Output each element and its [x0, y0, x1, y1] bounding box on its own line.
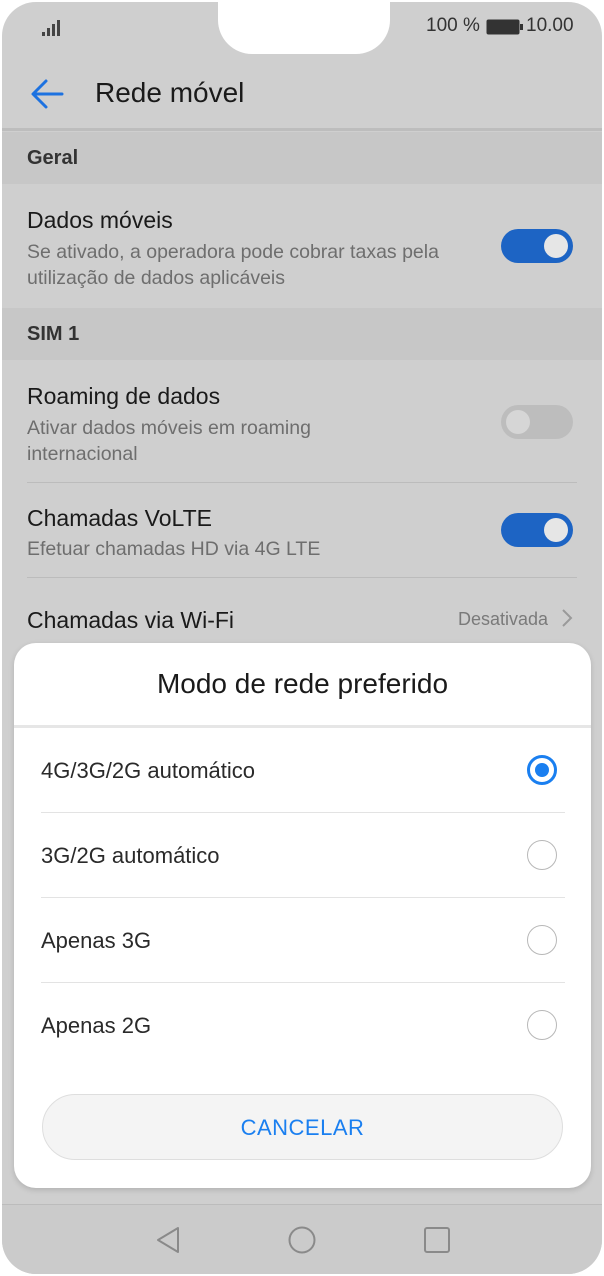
section-header-sim1: SIM 1 — [2, 308, 602, 360]
phone-frame: 100 % 10.00 Rede móvel Geral Dados móvei… — [0, 0, 604, 1276]
dialog-title: Modo de rede preferido — [156, 668, 449, 699]
option-label: 4G/3G/2G automático — [41, 758, 255, 783]
section-label: Geral — [27, 147, 79, 169]
row-divider — [27, 482, 577, 483]
mobile-data-title: Dados móveis — [27, 207, 173, 233]
wifi-calling-status: Desativada — [458, 609, 549, 629]
mobile-data-toggle[interactable] — [501, 229, 573, 263]
option-label: Apenas 2G — [41, 1013, 152, 1038]
nav-back-icon[interactable] — [154, 1225, 184, 1255]
network-option-4g3g2g[interactable]: 4G/3G/2G automático — [14, 729, 591, 813]
screen: 100 % 10.00 Rede móvel Geral Dados móvei… — [2, 2, 602, 1274]
preferred-network-mode-dialog: Modo de rede preferido 4G/3G/2G automáti… — [14, 643, 591, 1188]
clock: 10.00 — [526, 15, 574, 36]
roaming-toggle[interactable] — [501, 405, 573, 439]
radio-unselected-icon[interactable] — [527, 1010, 557, 1040]
radio-unselected-icon[interactable] — [527, 840, 557, 870]
display-notch — [218, 2, 390, 54]
option-label: 3G/2G automático — [41, 843, 220, 868]
roaming-subtitle: Ativar dados móveis em roaming internaci… — [27, 417, 311, 465]
option-divider — [41, 982, 565, 983]
option-divider — [41, 897, 565, 898]
back-arrow-icon[interactable] — [28, 74, 68, 114]
toggle-knob — [544, 234, 568, 258]
network-option-2g-only[interactable]: Apenas 2G — [14, 984, 591, 1068]
toggle-knob — [544, 518, 568, 542]
battery-icon — [486, 19, 523, 35]
toggle-knob — [506, 410, 530, 434]
page-title: Rede móvel — [95, 77, 245, 108]
option-label: Apenas 3G — [41, 928, 152, 953]
mobile-data-subtitle: Se ativado, a operadora pode cobrar taxa… — [27, 241, 439, 289]
wifi-calling-title[interactable]: Chamadas via Wi-Fi — [27, 607, 234, 634]
navigation-bar — [2, 1204, 602, 1274]
volte-title: Chamadas VoLTE — [27, 505, 212, 531]
section-header-general: Geral — [2, 132, 602, 184]
header-divider — [2, 128, 602, 131]
network-option-3g2g[interactable]: 3G/2G automático — [14, 814, 591, 898]
volte-toggle[interactable] — [501, 513, 573, 547]
cancel-button[interactable]: CANCELAR — [42, 1094, 563, 1160]
volte-subtitle: Efetuar chamadas HD via 4G LTE — [27, 538, 321, 560]
signal-strength-icon — [42, 20, 60, 36]
option-divider — [41, 812, 565, 813]
network-option-3g-only[interactable]: Apenas 3G — [14, 899, 591, 983]
nav-home-icon[interactable] — [287, 1225, 317, 1255]
radio-selected-icon[interactable] — [527, 755, 557, 785]
radio-unselected-icon[interactable] — [527, 925, 557, 955]
cancel-label: CANCELAR — [240, 1115, 365, 1140]
roaming-title: Roaming de dados — [27, 383, 221, 409]
battery-percentage: 100 % — [426, 15, 480, 36]
section-label: SIM 1 — [27, 323, 80, 345]
chevron-right-icon — [562, 609, 573, 627]
row-divider — [27, 577, 577, 578]
dialog-title-divider — [14, 725, 591, 728]
nav-recents-icon[interactable] — [422, 1225, 452, 1255]
